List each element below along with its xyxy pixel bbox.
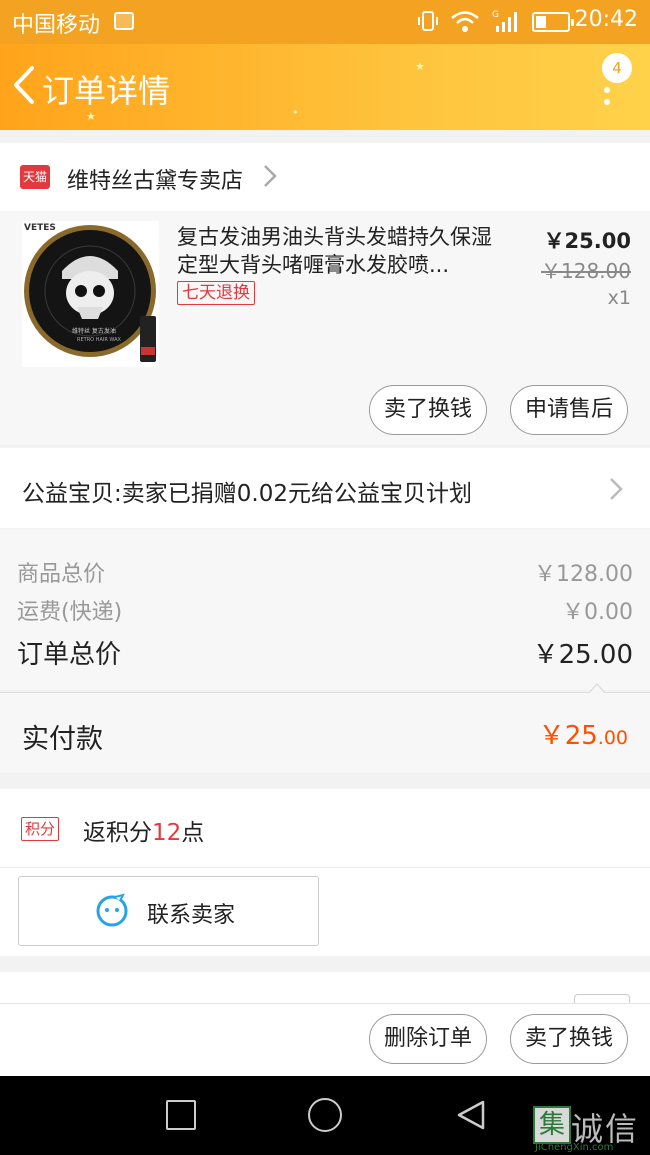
carrier-name: 中国移动 <box>12 13 101 38</box>
watermark: 集 诚信 JiChengXin.com <box>533 1100 650 1155</box>
watermark-logo: 集 <box>533 1106 571 1144</box>
goods-total-value: ￥128.00 <box>534 562 633 587</box>
charity-text: 公益宝贝:卖家已捐赠0.02元给公益宝贝计划 <box>22 481 472 507</box>
shipping-value: ￥0.00 <box>562 600 633 625</box>
clock: 20:42 <box>574 7 638 32</box>
product-image-caption-en: RETRO HAIR WAX <box>77 337 121 343</box>
order-total-label: 订单总价 <box>17 640 122 670</box>
product-image-brand: VETES <box>24 223 56 233</box>
signal-icon: G <box>492 10 517 32</box>
vibrate-icon <box>418 11 438 31</box>
page-title: 订单详情 <box>42 72 171 110</box>
store-name: 维特丝古黛专卖店 <box>67 169 244 194</box>
back-triangle-icon[interactable] <box>455 1099 487 1131</box>
next-card-peek <box>0 972 650 1007</box>
points-number: 12 <box>152 820 182 846</box>
message-count-badge: 4 <box>602 53 632 83</box>
seven-day-return-tag: 七天退换 <box>177 281 255 305</box>
chat-bubble-icon <box>96 893 128 927</box>
charity-row[interactable]: 公益宝贝:卖家已捐赠0.02元给公益宝贝计划 <box>0 448 650 528</box>
points-prefix: 返积分 <box>83 820 152 846</box>
chevron-right-icon <box>264 165 277 187</box>
product-original-price: ￥128.00 <box>541 259 631 283</box>
status-bar: 中国移动 G 20:42 <box>0 0 650 44</box>
actual-payment-value: ￥25.00 <box>539 715 628 752</box>
actual-payment-label: 实付款 <box>22 724 103 755</box>
product-image[interactable]: 维特丝 复古发油 RETRO HAIR WAX VETES <box>22 221 159 367</box>
bottom-action-bar: 删除订单 卖了换钱 <box>0 1003 650 1076</box>
delete-order-button[interactable]: 删除订单 <box>369 1014 487 1064</box>
amount-integer: 25 <box>564 721 598 751</box>
product-image-caption: 维特丝 复古发油 <box>72 327 116 335</box>
home-icon[interactable] <box>308 1098 342 1132</box>
network-type: G <box>492 10 499 20</box>
battery-icon <box>532 12 574 32</box>
sparkle-decoration: ★ <box>415 60 425 73</box>
order-total-value: ￥25.00 <box>532 640 633 670</box>
contact-area: 联系卖家 <box>0 868 650 956</box>
contact-seller-label: 联系卖家 <box>147 903 236 928</box>
wifi-icon <box>451 11 479 32</box>
apply-after-sale-button[interactable]: 申请售后 <box>510 385 628 435</box>
watermark-url: JiChengXin.com <box>535 1142 614 1153</box>
sparkle-decoration: • <box>292 106 299 119</box>
product-price: ￥25.00 <box>543 229 631 253</box>
currency-symbol: ￥ <box>538 721 565 751</box>
notification-image-icon <box>114 12 134 30</box>
sell-for-cash-button[interactable]: 卖了换钱 <box>510 1014 628 1064</box>
price-summary: 商品总价 ￥128.00 运费(快递) ￥0.00 订单总价 ￥25.00 <box>0 530 650 690</box>
recent-apps-icon[interactable] <box>166 1100 196 1130</box>
contact-seller-button[interactable]: 联系卖家 <box>18 876 319 946</box>
points-row: 积分 返积分12点 <box>0 789 650 868</box>
caret-decoration <box>590 685 604 693</box>
goods-total-label: 商品总价 <box>17 562 106 587</box>
chevron-right-icon <box>610 478 623 500</box>
product-title[interactable]: 复古发油男油头背头发蜡持久保湿定型大背头啫喱膏水发胶喷... <box>177 223 502 279</box>
shipping-label: 运费(快递) <box>17 600 123 625</box>
sell-for-cash-button[interactable]: 卖了换钱 <box>369 385 487 435</box>
back-arrow-icon[interactable] <box>10 64 38 106</box>
amount-decimal: .00 <box>597 727 628 749</box>
store-row[interactable]: 天猫 维特丝古黛专卖店 <box>0 143 650 211</box>
product-quantity: x1 <box>607 287 631 309</box>
tmall-icon: 天猫 <box>20 165 50 189</box>
points-suffix: 点 <box>181 820 205 846</box>
actual-payment-row: 实付款 ￥25.00 <box>0 683 650 773</box>
nav-bar: ★ ★ • 订单详情 4 <box>0 44 650 130</box>
points-text: 返积分12点 <box>83 813 204 847</box>
points-tag: 积分 <box>21 817 60 841</box>
